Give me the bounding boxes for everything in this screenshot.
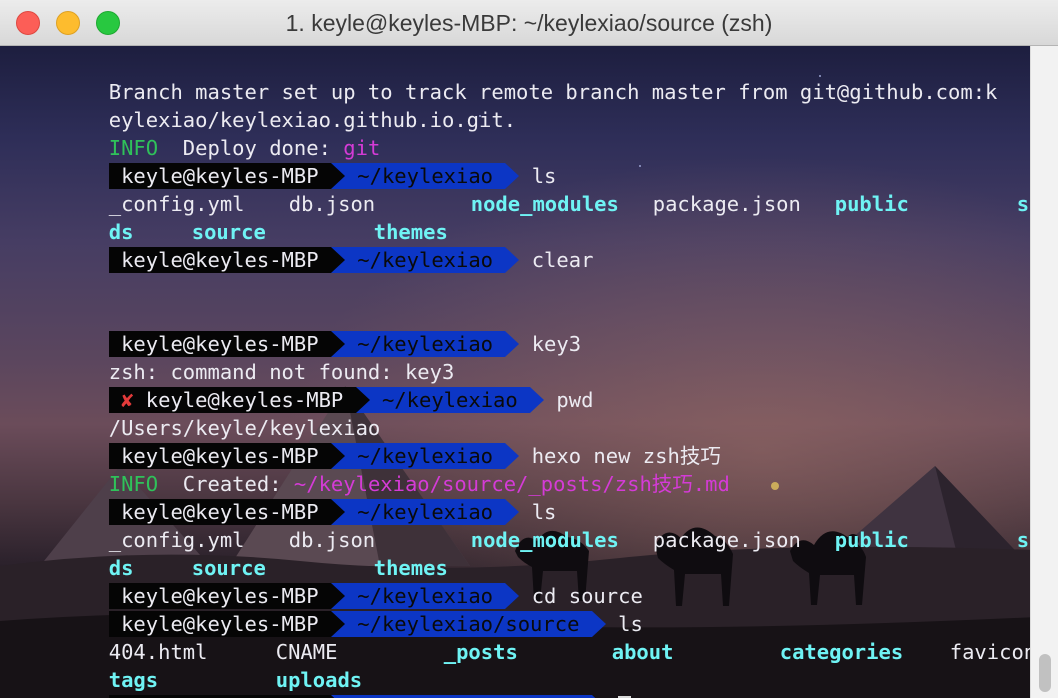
output-line: INFO Created: ~/keylexiao/source/_posts/…	[10, 442, 1025, 496]
prompt-line: keyle@keyles-MBP ~/keylexiao/source ls	[10, 582, 1025, 637]
ls-output-row: _config.yml db.json node_modules package.js…	[10, 162, 1058, 216]
ls-output-row: 404.html CNAME _posts about categories favico…	[10, 610, 1058, 664]
scrollbar-thumb[interactable]	[1039, 654, 1051, 692]
output-line: /Users/keyle/keylexiao	[10, 386, 1025, 440]
ls-output-row: ds source themes	[10, 526, 1025, 580]
ls-output-row: _config.yml db.json node_modules package.js…	[10, 498, 1058, 552]
current-prompt-line[interactable]: keyle@keyles-MBP ~/keylexiao/source	[10, 666, 1025, 698]
output-line: INFO Deploy done: git	[10, 106, 1025, 160]
prompt-line: keyle@keyles-MBP ~/keylexiao cd source	[10, 554, 1025, 609]
ls-output-row: tags uploads	[10, 638, 1025, 692]
output-line: zsh: command not found: key3	[10, 330, 1025, 384]
prompt-line: keyle@keyles-MBP ~/keylexiao clear	[10, 218, 1025, 273]
vertical-scrollbar[interactable]	[1030, 46, 1058, 698]
prompt-line: keyle@keyles-MBP ~/keylexiao hexo new zs…	[10, 414, 1025, 469]
title-bar: 1. keyle@keyles-MBP: ~/keylexiao/source …	[0, 0, 1058, 46]
prompt-line: keyle@keyles-MBP ~/keylexiao key3	[10, 302, 1025, 357]
terminal-body[interactable]: Branch master set up to track remote bra…	[0, 46, 1058, 698]
ls-output-row: ds source themes	[10, 190, 1025, 244]
terminal-window: 1. keyle@keyles-MBP: ~/keylexiao/source …	[0, 0, 1058, 698]
prompt-line: ✘ keyle@keyles-MBP ~/keylexiao pwd	[10, 358, 1025, 413]
output-line: Branch master set up to track remote bra…	[10, 50, 1025, 104]
window-title: 1. keyle@keyles-MBP: ~/keylexiao/source …	[285, 10, 773, 36]
output-line: eylexiao/keylexiao.github.io.git.	[10, 78, 1025, 132]
terminal-output: Branch master set up to track remote bra…	[10, 50, 1058, 698]
prompt-line: keyle@keyles-MBP ~/keylexiao ls	[10, 134, 1025, 189]
prompt-line: keyle@keyles-MBP ~/keylexiao ls	[10, 470, 1025, 525]
